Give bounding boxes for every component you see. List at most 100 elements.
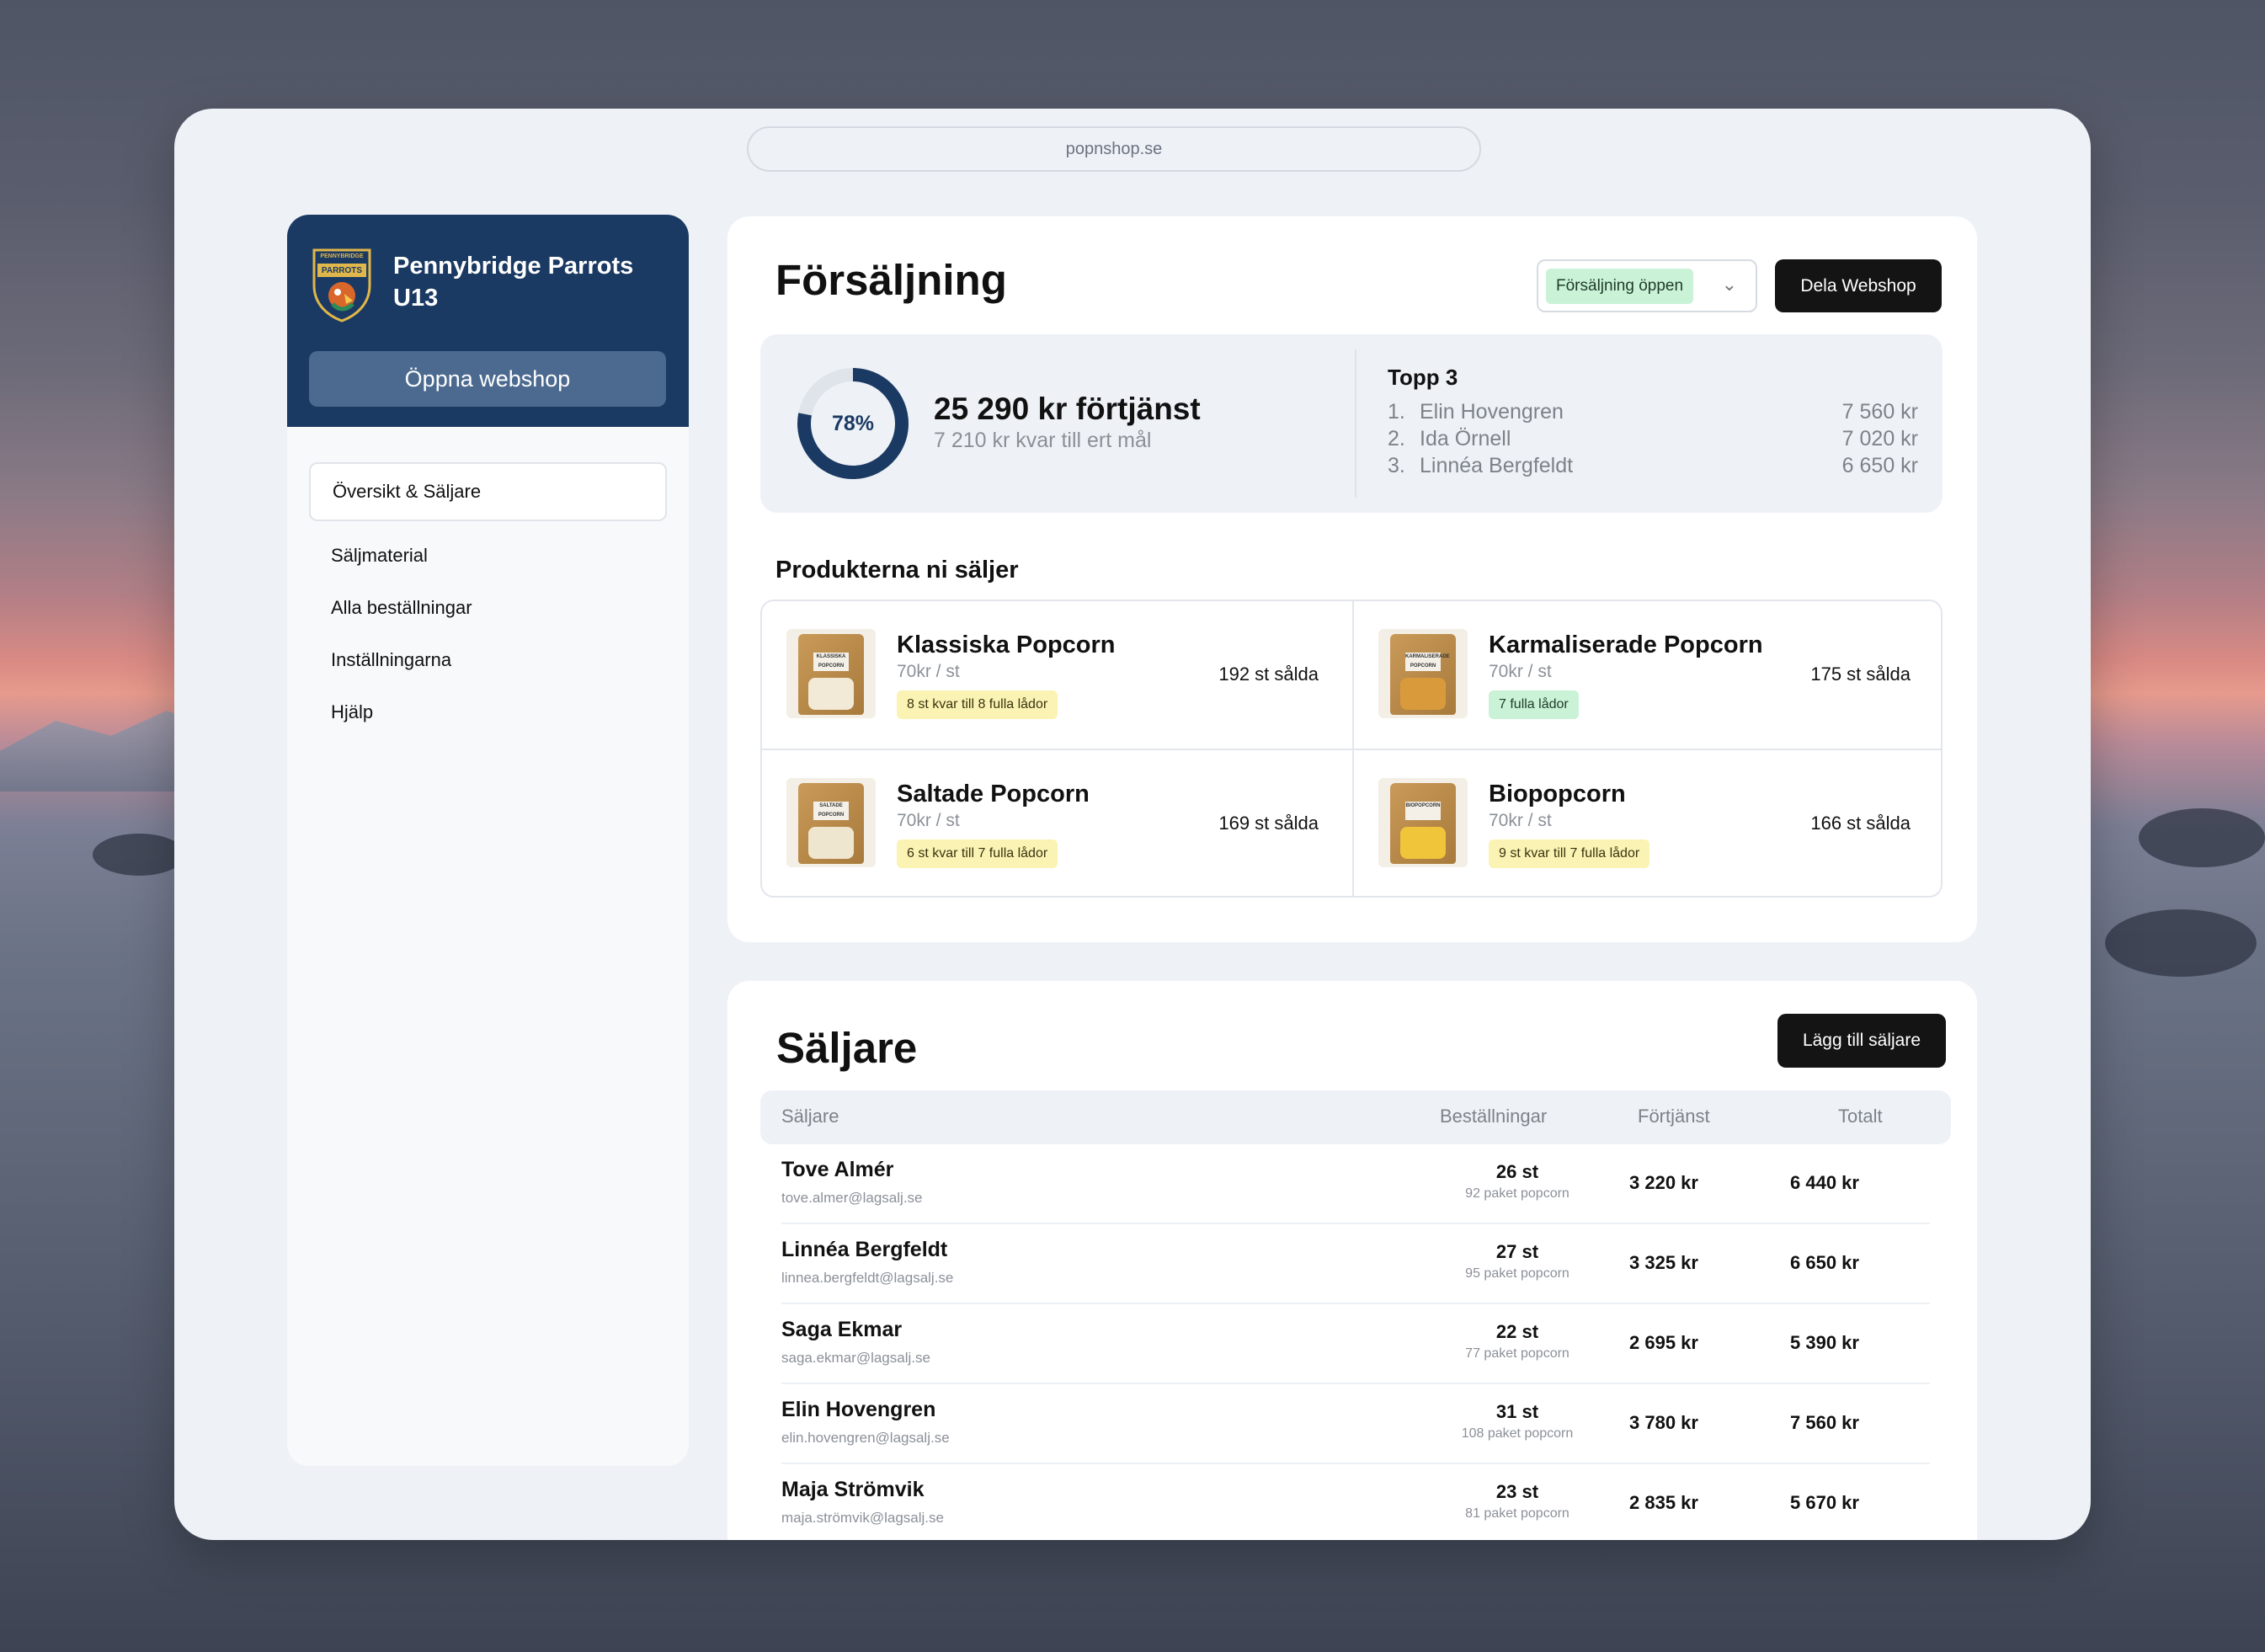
product-image: BIOPOPCORN [1378,778,1468,867]
seller-name: Tove Almér [781,1158,894,1181]
product-sold: 175 st sålda [1810,663,1911,685]
seller-email: saga.ekmar@lagsalj.se [781,1350,930,1366]
nav-item-all-orders[interactable]: Alla beställningar [309,582,667,634]
product-name: Klassiska Popcorn [897,631,1116,658]
top3-name: Ida Örnell [1420,427,1511,450]
share-webshop-button[interactable]: Dela Webshop [1775,259,1942,312]
sales-title: Försäljning [775,256,1007,304]
top3-amount: 7 560 kr [1841,400,1918,424]
product-image: SALTADE POPCORN [786,778,876,867]
product-card[interactable]: KARMALISERADE POPCORN Karmaliserade Popc… [1354,601,1941,749]
product-price: 70kr / st [897,662,960,681]
progress-percent: 78% [831,411,875,435]
top3-rank: 3. [1388,454,1405,477]
product-image: KARMALISERADE POPCORN [1378,629,1468,718]
open-webshop-button[interactable]: Öppna webshop [309,351,666,407]
sales-summary: 78% 25 290 kr förtjänst 7 210 kr kvar ti… [760,334,1943,513]
seller-profit: 3 220 kr [1629,1172,1698,1193]
top3-rank: 1. [1388,400,1405,424]
product-card[interactable]: BIOPOPCORN Biopopcorn 70kr / st 9 st kva… [1354,750,1941,896]
top3-name: Elin Hovengren [1420,400,1564,424]
product-stock-badge: 7 fulla lådor [1489,690,1579,719]
product-price: 70kr / st [897,811,960,830]
product-price: 70kr / st [1489,811,1552,830]
table-row[interactable]: Linnéa Bergfeldt linnea.bergfeldt@lagsal… [781,1224,1930,1304]
column-header-orders[interactable]: Beställningar [1440,1106,1547,1127]
badge-text-top: PENNYBRIDGE [320,253,364,259]
product-stock-badge: 8 st kvar till 8 fulla lådor [897,690,1058,719]
product-stock-badge: 6 st kvar till 7 fulla lådor [897,839,1058,868]
sellers-title: Säljare [776,1024,918,1072]
table-row[interactable]: Tove Almér tove.almer@lagsalj.se 26 st 9… [781,1144,1930,1224]
product-sold: 166 st sålda [1810,813,1911,834]
table-row[interactable]: Saga Ekmar saga.ekmar@lagsalj.se 22 st 7… [781,1304,1930,1384]
browser-window: popnshop.se PENNYBRIDGE PARROTS Pennybri… [174,109,2091,1540]
divider [1355,349,1356,498]
nav-item-settings[interactable]: Inställningarna [309,634,667,686]
bag-label: SALTADE POPCORN [813,802,849,820]
seller-email: tove.almer@lagsalj.se [781,1190,923,1206]
top3-item: 3. Linnéa Bergfeldt 6 650 kr [1388,454,1918,481]
nav-item-overview[interactable]: Översikt & Säljare [309,462,667,521]
seller-total: 5 390 kr [1790,1332,1859,1353]
team-name: Pennybridge Parrots U13 [393,253,634,312]
product-price: 70kr / st [1489,662,1552,681]
background-rock [93,834,185,876]
seller-profit: 3 325 kr [1629,1252,1698,1273]
seller-profit: 3 780 kr [1629,1412,1698,1433]
seller-profit: 2 695 kr [1629,1332,1698,1353]
table-row[interactable]: Maja Strömvik maja.strömvik@lagsalj.se 2… [781,1464,1930,1540]
add-seller-button[interactable]: Lägg till säljare [1777,1014,1946,1068]
product-name: Biopopcorn [1489,781,1626,807]
column-header-total[interactable]: Totalt [1838,1106,1883,1127]
product-sold: 192 st sålda [1218,663,1319,685]
product-grid: KLASSISKA POPCORN Klassiska Popcorn 70kr… [760,600,1943,898]
sellers-card: Säljare Lägg till säljare Säljare Bestäl… [727,981,1977,1540]
seller-name: Maja Strömvik [781,1478,925,1501]
url-text: popnshop.se [1065,139,1163,158]
team-logo: PENNYBRIDGE PARROTS [309,245,375,322]
table-header: Säljare Beställningar Förtjänst Totalt [760,1090,1951,1144]
product-name: Karmaliserade Popcorn [1489,631,1763,658]
sidebar: PENNYBRIDGE PARROTS Pennybridge Parrots … [287,215,689,1466]
sidebar-nav: Översikt & Säljare Säljmaterial Alla bes… [287,427,689,738]
sales-status-badge: Försäljning öppen [1546,268,1694,304]
seller-total: 6 440 kr [1790,1172,1859,1193]
bag-label: KLASSISKA POPCORN [813,653,849,671]
seller-total: 7 560 kr [1790,1412,1859,1433]
product-sold: 169 st sålda [1218,813,1319,834]
sales-status-select[interactable]: Försäljning öppen ⌄ [1537,259,1757,312]
product-card[interactable]: SALTADE POPCORN Saltade Popcorn 70kr / s… [762,750,1352,896]
top3-item: 1. Elin Hovengren 7 560 kr [1388,400,1918,427]
team-header: PENNYBRIDGE PARROTS Pennybridge Parrots … [287,215,689,427]
profit-total: 25 290 kr förtjänst [934,392,1201,426]
top3-name: Linnéa Bergfeldt [1420,454,1574,477]
seller-total: 5 670 kr [1790,1492,1859,1513]
sales-card: Försäljning Försäljning öppen ⌄ Dela Web… [727,216,1977,942]
background-rock [2139,808,2265,867]
product-name: Saltade Popcorn [897,781,1090,807]
chevron-down-icon: ⌄ [1721,274,1737,295]
address-bar[interactable]: popnshop.se [747,126,1481,172]
products-title: Produkterna ni säljer [775,557,1019,584]
seller-name: Elin Hovengren [781,1398,936,1421]
seller-profit: 2 835 kr [1629,1492,1698,1513]
table-row[interactable]: Elin Hovengren elin.hovengren@lagsalj.se… [781,1384,1930,1464]
bag-label: BIOPOPCORN [1405,802,1441,820]
goal-remaining: 7 210 kr kvar till ert mål [934,429,1152,452]
top3-amount: 6 650 kr [1841,454,1918,477]
product-image: KLASSISKA POPCORN [786,629,876,718]
product-card[interactable]: KLASSISKA POPCORN Klassiska Popcorn 70kr… [762,601,1352,749]
column-header-seller[interactable]: Säljare [781,1106,839,1127]
seller-email: elin.hovengren@lagsalj.se [781,1430,950,1446]
seller-name: Saga Ekmar [781,1318,903,1341]
background-rock [2105,909,2257,977]
seller-email: maja.strömvik@lagsalj.se [781,1510,944,1526]
nav-item-sales-material[interactable]: Säljmaterial [309,530,667,582]
column-header-profit[interactable]: Förtjänst [1638,1106,1710,1127]
product-stock-badge: 9 st kvar till 7 fulla lådor [1489,839,1650,868]
nav-item-help[interactable]: Hjälp [309,686,667,738]
top3-title: Topp 3 [1388,365,1458,390]
top3-rank: 2. [1388,427,1405,450]
top3-amount: 7 020 kr [1841,427,1918,450]
